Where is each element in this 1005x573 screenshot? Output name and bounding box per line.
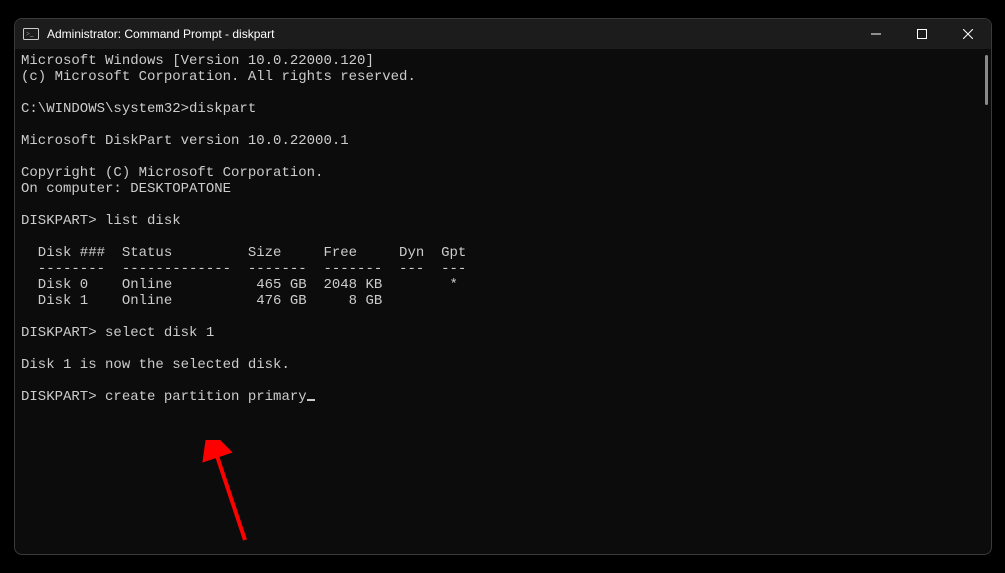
- minimize-button[interactable]: [853, 19, 899, 49]
- close-button[interactable]: [945, 19, 991, 49]
- svg-text:>_: >_: [26, 30, 34, 38]
- terminal-line: Microsoft DiskPart version 10.0.22000.1: [21, 133, 349, 149]
- terminal-output[interactable]: Microsoft Windows [Version 10.0.22000.12…: [15, 49, 991, 554]
- terminal-line: -------- ------------- ------- ------- -…: [21, 261, 466, 277]
- window-title: Administrator: Command Prompt - diskpart: [47, 27, 274, 41]
- command-prompt-window: >_ Administrator: Command Prompt - diskp…: [14, 18, 992, 555]
- terminal-line: On computer: DESKTOPATONE: [21, 181, 231, 197]
- terminal-line: Disk 0 Online 465 GB 2048 KB *: [21, 277, 458, 293]
- terminal-line: Disk 1 Online 476 GB 8 GB: [21, 293, 382, 309]
- terminal-line: Disk ### Status Size Free Dyn Gpt: [21, 245, 466, 261]
- terminal-line: C:\WINDOWS\system32>diskpart: [21, 101, 256, 117]
- text-cursor: [307, 399, 315, 401]
- terminal-line: Disk 1 is now the selected disk.: [21, 357, 290, 373]
- scrollbar-thumb[interactable]: [985, 55, 988, 105]
- terminal-line: DISKPART> create partition primary: [21, 389, 307, 405]
- terminal-line: DISKPART> select disk 1: [21, 325, 214, 341]
- maximize-button[interactable]: [899, 19, 945, 49]
- terminal-line: Microsoft Windows [Version 10.0.22000.12…: [21, 53, 374, 69]
- terminal-line: (c) Microsoft Corporation. All rights re…: [21, 69, 416, 85]
- terminal-line: DISKPART> list disk: [21, 213, 181, 229]
- cmd-icon: >_: [23, 26, 39, 42]
- titlebar[interactable]: >_ Administrator: Command Prompt - diskp…: [15, 19, 991, 49]
- terminal-line: Copyright (C) Microsoft Corporation.: [21, 165, 323, 181]
